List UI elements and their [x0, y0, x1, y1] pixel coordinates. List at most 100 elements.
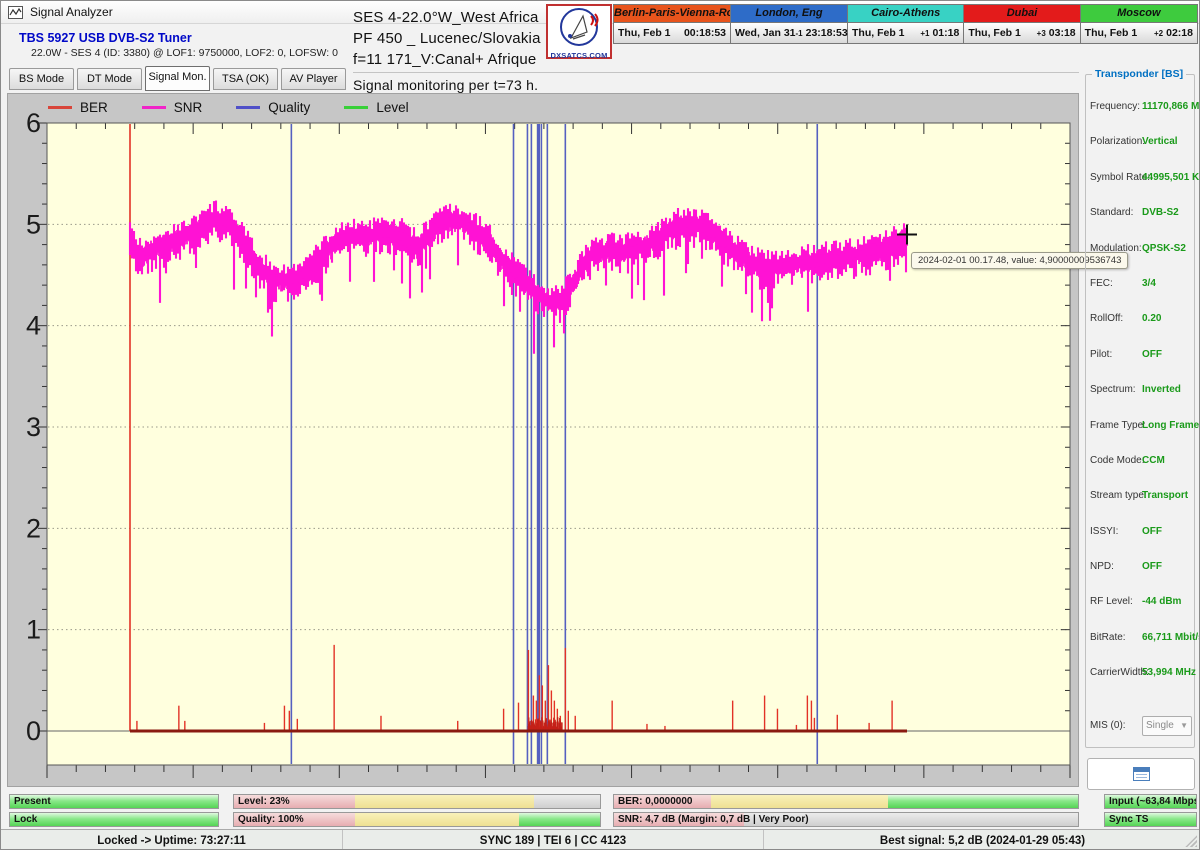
- bar-label: Level: 23%: [238, 796, 290, 807]
- transponder-row-label: FEC:: [1090, 278, 1140, 289]
- bar-label: Quality: 100%: [238, 814, 304, 825]
- y-axis-label: 2: [26, 513, 41, 543]
- clock-day: Thu, Feb 1: [968, 27, 1036, 39]
- transponder-row-label: Symbol Rate:: [1090, 172, 1140, 183]
- clock-time: Wed, Jan 31-123:18:53: [731, 23, 847, 43]
- clock-hhmmss: 03:18: [1049, 27, 1076, 39]
- statusbar-section-0: Locked -> Uptime: 73:27:11: [1, 830, 343, 850]
- tab-signal-mon-[interactable]: Signal Mon.: [145, 66, 210, 91]
- clock-time: Thu, Feb 1+202:18: [1081, 23, 1197, 43]
- transponder-row-value: CCM: [1142, 455, 1165, 466]
- chart-plot-area[interactable]: 0123456: [8, 94, 1080, 788]
- transponder-row-value: DVB-S2: [1142, 207, 1179, 218]
- transponder-title: Transponder [BS]: [1092, 68, 1186, 80]
- clock-time: Thu, Feb 1+101:18: [848, 23, 963, 43]
- clock-day: Thu, Feb 1: [618, 27, 681, 39]
- legend-swatch: [48, 106, 72, 109]
- ts-analysis-button[interactable]: [1087, 758, 1195, 790]
- bar-segment-green: [519, 813, 600, 826]
- statusbar-section-1: SYNC 189 | TEI 6 | CC 4123: [343, 830, 764, 850]
- transponder-row: Polarization:Vertical: [1090, 136, 1192, 171]
- clock-city-label: Cairo-Athens: [848, 5, 963, 23]
- bar-segment-yellow: [711, 795, 887, 808]
- bar-label: Lock: [14, 814, 37, 825]
- transponder-row: ISSYI:OFF: [1090, 526, 1192, 561]
- bar-label: BER: 0,0000000: [618, 796, 693, 807]
- world-clocks: Berlin-Paris-Vienna-RomaThu, Feb 100:18:…: [613, 4, 1198, 44]
- transponder-row-value: 66,711 Mbit/s: [1142, 632, 1200, 643]
- monitor-bars-row-1: PresentLevel: 23%BER: 0,0000000Input (~6…: [1, 794, 1200, 809]
- transponder-row-label: RollOff:: [1090, 313, 1140, 324]
- frequency-title: f=11 171_V:Canal+ Afrique: [353, 49, 1093, 70]
- transponder-row-label: Frame Type:: [1090, 420, 1140, 431]
- transponder-row: NPD:OFF: [1090, 561, 1192, 596]
- legend-swatch: [236, 106, 260, 109]
- mis-select[interactable]: Single▼: [1142, 716, 1192, 736]
- transponder-groupbox: Transponder [BS] Frequency:11170,866 MHz…: [1085, 74, 1195, 748]
- bar-segment-yellow: [355, 795, 534, 808]
- y-axis-label: 1: [26, 615, 41, 645]
- legend-item-quality: Quality: [236, 100, 310, 115]
- level-bar: Level: 23%: [233, 794, 601, 809]
- transponder-row-label: ISSYI:: [1090, 526, 1140, 537]
- transponder-row: Code Mode:CCM: [1090, 455, 1192, 490]
- legend-label: BER: [80, 100, 108, 115]
- transponder-row: RF Level:-44 dBm: [1090, 596, 1192, 631]
- present-indicator: Present: [9, 794, 219, 809]
- transponder-row-value: -44 dBm: [1142, 596, 1181, 607]
- transponder-row: FEC:3/4: [1090, 278, 1192, 313]
- bar-label: Sync TS: [1109, 814, 1148, 825]
- transponder-row-value: Inverted: [1142, 384, 1181, 395]
- window-title: Signal Analyzer: [30, 5, 113, 19]
- quality-bar: Quality: 100%: [233, 812, 601, 827]
- tab-tsa-ok-[interactable]: TSA (OK): [213, 68, 278, 90]
- tab-bs-mode[interactable]: BS Mode: [9, 68, 74, 90]
- status-bar: Locked -> Uptime: 73:27:11SYNC 189 | TEI…: [1, 829, 1200, 850]
- y-axis-label: 5: [26, 209, 41, 239]
- clock-time: Thu, Feb 1+303:18: [964, 23, 1079, 43]
- transponder-row-label: RF Level:: [1090, 596, 1140, 607]
- sync-ts-indicator: Sync TS: [1104, 812, 1197, 827]
- monitoring-subtitle: Signal monitoring per t=73 h.: [353, 72, 1079, 95]
- bar-segment-green: [10, 813, 218, 826]
- transponder-row: Frame Type:Long Frame: [1090, 420, 1192, 455]
- transponder-row-value: Vertical: [1142, 136, 1178, 147]
- clock-utc-offset: +1: [920, 29, 929, 38]
- transponder-row-value: OFF: [1142, 561, 1162, 572]
- tab-av-player[interactable]: AV Player: [281, 68, 346, 90]
- clock-moscow: MoscowThu, Feb 1+202:18: [1081, 5, 1197, 43]
- transponder-row: Symbol Rate:44995,501 KS/s: [1090, 172, 1192, 207]
- resize-grip[interactable]: [1185, 835, 1197, 847]
- transponder-row-label: Modulation:: [1090, 243, 1140, 254]
- statusbar-section-2: Best signal: 5,2 dB (2024-01-29 05:43): [764, 830, 1200, 850]
- snr-bar: SNR: 4,7 dB (Margin: 0,7 dB | Very Poor): [613, 812, 1079, 827]
- signal-monitor-chart[interactable]: BERSNRQualityLevel 0123456 2024-02-01 00…: [7, 93, 1079, 787]
- tuner-name: TBS 5927 USB DVB-S2 Tuner: [19, 31, 192, 45]
- clock-utc-offset: -1: [796, 29, 803, 38]
- transponder-row-label: CarrierWidth:: [1090, 667, 1140, 678]
- clock-time: Thu, Feb 100:18:53: [614, 23, 730, 43]
- legend-swatch: [344, 106, 368, 109]
- clock-city-label: Berlin-Paris-Vienna-Roma: [614, 5, 730, 23]
- transponder-row: Pilot:OFF: [1090, 349, 1192, 384]
- monitor-bars-row-2: Lock Quality: 100% SNR: 4,7 dB (Margin: 0,…: [1, 812, 1200, 827]
- transponder-row-label: Polarization:: [1090, 136, 1140, 147]
- clock-hhmmss: 01:18: [932, 27, 959, 39]
- legend-item-ber: BER: [48, 100, 108, 115]
- transponder-row: CarrierWidth:53,994 MHz: [1090, 667, 1192, 702]
- legend-label: Quality: [268, 100, 310, 115]
- legend-label: Level: [376, 100, 408, 115]
- tab-dt-mode[interactable]: DT Mode: [77, 68, 142, 90]
- clock-hhmmss: 02:18: [1166, 27, 1193, 39]
- clock-hhmmss: 00:18:53: [684, 27, 726, 39]
- bar-segment-yellow: [355, 813, 520, 826]
- clock-day: Wed, Jan 31: [735, 27, 796, 39]
- clock-city-label: London, Eng: [731, 5, 847, 23]
- transponder-row-label: BitRate:: [1090, 632, 1140, 643]
- transponder-row-value: 44995,501 KS/s: [1142, 172, 1200, 183]
- y-axis-label: 0: [26, 716, 41, 746]
- transponder-row: Stream type:Transport: [1090, 490, 1192, 525]
- transponder-row-label: Standard:: [1090, 207, 1140, 218]
- dxsatcs-logo: DXSATCS.COM: [546, 4, 612, 59]
- clock-city-label: Moscow: [1081, 5, 1197, 23]
